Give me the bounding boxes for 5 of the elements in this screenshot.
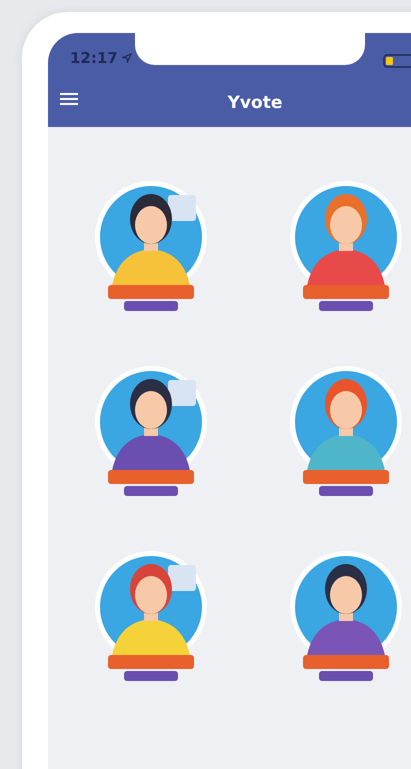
- app-title: Yvote: [228, 92, 282, 112]
- location-arrow-icon: [122, 52, 132, 62]
- battery-icon: [383, 54, 411, 68]
- status-time: 12:17: [70, 48, 118, 66]
- menu-icon[interactable]: [60, 92, 78, 106]
